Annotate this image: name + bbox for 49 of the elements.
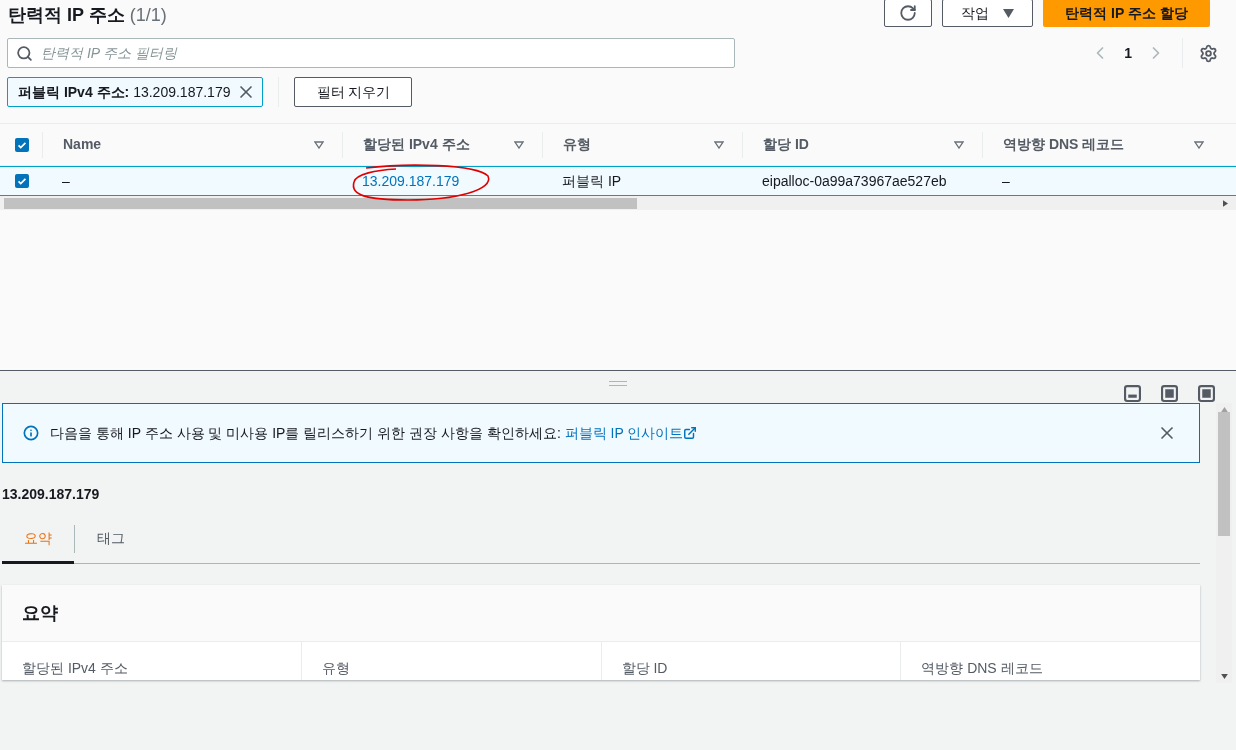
external-link-icon	[683, 426, 698, 440]
column-header[interactable]: 할당 ID	[763, 134, 809, 155]
sort-icon[interactable]	[954, 140, 964, 149]
search-input[interactable]: 탄력적 IP 주소 필터링	[41, 42, 726, 64]
checkbox[interactable]	[15, 174, 29, 188]
table-cell-text: –	[62, 171, 70, 191]
column-header[interactable]: 할당된 IPv4 주소	[363, 134, 470, 155]
panel-layout-icon[interactable]	[1198, 385, 1215, 402]
sort-icon[interactable]	[314, 140, 324, 149]
caret-icon	[1003, 8, 1014, 18]
card-title: 요약	[22, 601, 58, 625]
table-cell-text: eipalloc-0a99a73967ae527eb	[762, 171, 947, 191]
checkbox[interactable]	[15, 137, 29, 152]
info-icon	[23, 425, 39, 441]
clear-filters-button[interactable]: 필터 지우기	[294, 77, 413, 107]
column-header[interactable]: Name	[63, 134, 102, 155]
sort-icon[interactable]	[514, 140, 524, 149]
table-cell-text: –	[1002, 171, 1010, 191]
page-number[interactable]: 1	[1124, 42, 1132, 64]
column-header[interactable]: 유형	[563, 134, 591, 155]
field-label: 유형	[321, 660, 350, 676]
scroll-down-icon[interactable]	[1220, 674, 1228, 679]
settings-icon[interactable]	[1199, 43, 1218, 63]
panel-layout-icon[interactable]	[1161, 385, 1178, 402]
panel-layout-icon[interactable]	[1124, 385, 1141, 402]
search-field[interactable]: 탄력적 IP 주소 필터링	[7, 38, 735, 68]
scroll-right-icon[interactable]	[1223, 199, 1228, 207]
page-title: 탄력적 IP 주소	[8, 4, 125, 27]
ip-address-link[interactable]: 13.209.187.179	[362, 170, 460, 192]
sort-icon[interactable]	[714, 140, 724, 149]
banner-message: 다음을 통해 IP 주소 사용 및 미사용 IP를 릴리스하기 위한 권장 사항을 확인하세요: 퍼블릭 IP 인사이트	[50, 422, 1157, 444]
sort-icon[interactable]	[1194, 140, 1204, 149]
search-icon	[16, 44, 33, 62]
tab[interactable]: 태그	[75, 513, 147, 564]
field-label: 할당된 IPv4 주소	[22, 660, 128, 676]
refresh-button[interactable]	[884, 0, 932, 27]
refresh-icon	[899, 4, 917, 22]
horizontal-scrollbar[interactable]	[0, 196, 1236, 210]
item-count: (1/1)	[129, 4, 167, 27]
field-label: 역방향 DNS 레코드	[921, 660, 1043, 676]
insights-link[interactable]: 퍼블릭 IP 인사이트	[564, 422, 698, 444]
table-cell-text: 퍼블릭 IP	[562, 171, 622, 191]
filter-chip-label: 퍼블릭 IPv4 주소: 13.209.187.179	[18, 82, 231, 102]
actions-dropdown[interactable]: 작업	[942, 0, 1033, 27]
field-label: 할당 ID	[621, 660, 668, 676]
column-header[interactable]: 역방향 DNS 레코드	[1003, 134, 1125, 155]
allocate-button[interactable]: 탄력적 IP 주소 할당	[1043, 0, 1210, 27]
resize-handle[interactable]	[609, 381, 627, 386]
detail-title: 13.209.187.179	[2, 485, 101, 504]
